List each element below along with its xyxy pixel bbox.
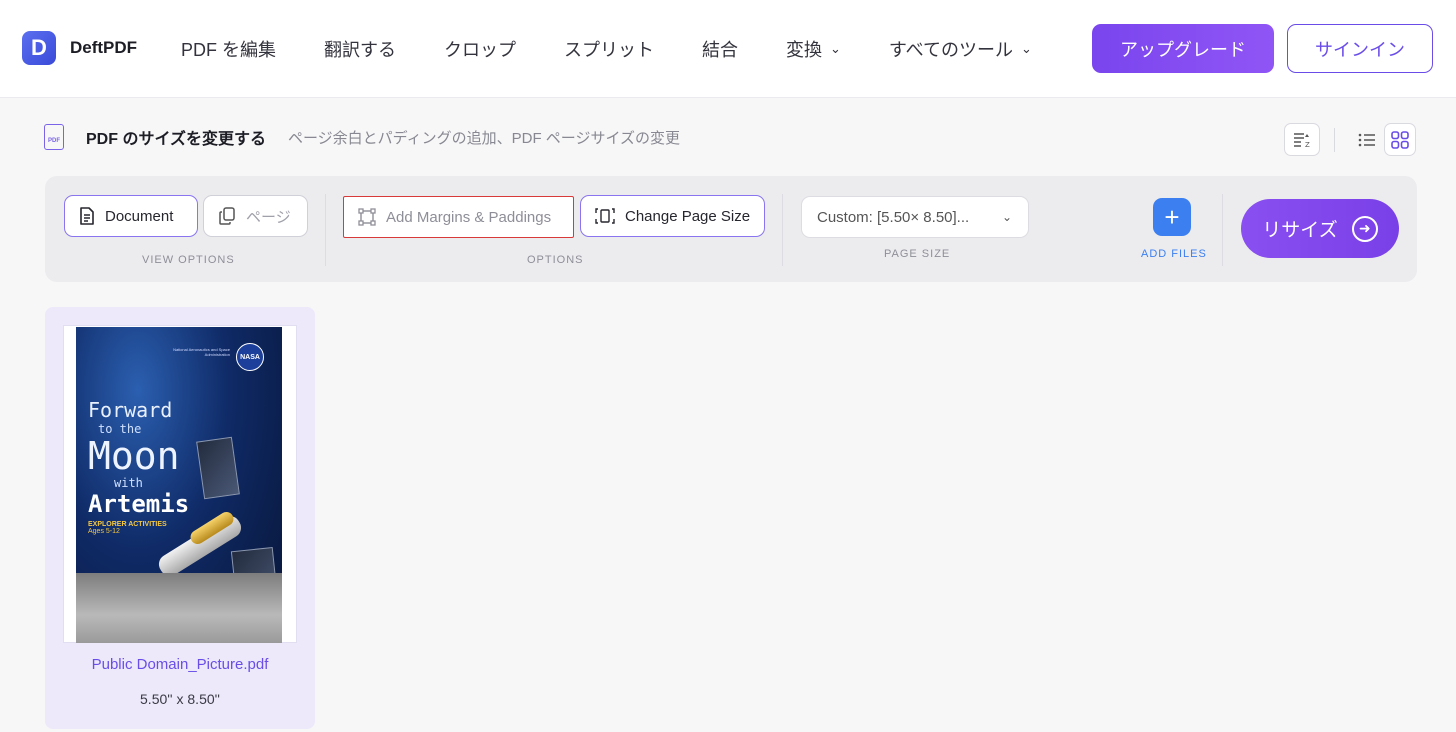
nav-label: 翻訳する [324, 40, 397, 60]
add-files-button[interactable]: + [1153, 198, 1191, 236]
moon-surface-image [76, 573, 282, 643]
page-size-icon [595, 207, 615, 225]
file-card[interactable]: National Aeronautics and Space Administr… [45, 307, 315, 729]
nav-convert[interactable]: 変換 ⌄ [786, 36, 841, 62]
add-margins-label: Add Margins & Paddings [386, 208, 552, 226]
nav-split[interactable]: スプリット [564, 36, 654, 62]
nav-crop[interactable]: クロップ [444, 36, 516, 62]
resize-label: リサイズ [1262, 220, 1338, 241]
resize-button[interactable]: リサイズ ➜ [1241, 199, 1399, 258]
view-options-label: VIEW OPTIONS [142, 254, 235, 266]
sort-az-button[interactable]: Z [1284, 123, 1320, 156]
chevron-down-icon: ⌄ [1020, 41, 1032, 56]
page-size-value: Custom: [5.50× 8.50]... [817, 208, 970, 226]
options-label: OPTIONS [527, 254, 584, 266]
nav-label: 変換 [786, 40, 823, 60]
document-view-button[interactable]: Document [64, 195, 198, 237]
cover-image: National Aeronautics and Space Administr… [76, 327, 282, 643]
svg-text:Z: Z [1305, 141, 1310, 148]
nav-label: スプリット [564, 40, 655, 60]
cover-title: Forward to the Moon with Artemis EXPLORE… [88, 399, 189, 535]
page-size-label: PAGE SIZE [884, 248, 951, 260]
solar-panel-image [196, 436, 240, 500]
file-thumbnail[interactable]: National Aeronautics and Space Administr… [63, 325, 297, 643]
cover-agency-text: National Aeronautics and Space Administr… [173, 347, 230, 357]
signin-button[interactable]: サインイン [1287, 24, 1433, 73]
file-name: Public Domain_Picture.pdf [91, 656, 269, 673]
view-divider [1334, 128, 1335, 152]
nav-label: 結合 [702, 40, 739, 60]
cover-line: EXPLORER ACTIVITIES [88, 521, 167, 528]
grid-view-button[interactable] [1384, 123, 1416, 156]
sort-az-icon: Z [1294, 132, 1310, 148]
toolbar-divider [782, 194, 783, 266]
top-header: D DeftPDF PDF を編集 翻訳する クロップ スプリット 結合 変換 ⌄… [0, 0, 1456, 98]
file-dimensions: 5.50'' x 8.50'' [140, 691, 220, 707]
pdf-file-icon: PDF [44, 124, 64, 150]
chevron-down-icon: ⌄ [830, 41, 841, 56]
cover-line: Ages 5-12 [88, 528, 120, 535]
arrow-right-circle-icon: ➜ [1351, 215, 1378, 242]
options-toolbar: Document ページ VIEW OPTIONS Add Margins & … [45, 176, 1417, 282]
main-nav: PDF を編集 翻訳する クロップ スプリット 結合 変換 ⌄ すべてのツール ⌄ [181, 36, 1080, 62]
add-files-label: ADD FILES [1141, 248, 1207, 260]
cover-line: Moon [88, 434, 180, 478]
nav-translate[interactable]: 翻訳する [324, 36, 396, 62]
change-page-size-label: Change Page Size [625, 207, 751, 225]
upgrade-button[interactable]: アップグレード [1092, 24, 1274, 73]
cover-line: Artemis [88, 490, 190, 518]
plus-icon: + [1164, 202, 1180, 232]
list-view-icon [1358, 133, 1375, 147]
chevron-down-icon: ⌄ [1001, 210, 1012, 224]
document-view-label: Document [105, 207, 174, 225]
document-icon [79, 207, 95, 225]
toolbar-divider [325, 194, 326, 266]
nav-edit-pdf[interactable]: PDF を編集 [181, 36, 276, 62]
nasa-logo: NASA [236, 343, 264, 371]
page-view-label: ページ [246, 208, 291, 226]
nav-label: クロップ [444, 40, 517, 60]
cover-line: Forward [88, 398, 173, 422]
page-title-row: PDF PDF のサイズを変更する ページ余白とパディングの追加、PDF ページ… [44, 124, 680, 150]
nav-label: すべてのツール [888, 40, 1013, 60]
nav-all-tools[interactable]: すべてのツール ⌄ [889, 36, 1032, 62]
logo[interactable]: D DeftPDF [22, 31, 137, 65]
deftpdf-logo-icon: D [22, 31, 56, 65]
brand-name: DeftPDF [70, 38, 138, 57]
change-page-size-button[interactable]: Change Page Size [580, 195, 765, 237]
nav-merge[interactable]: 結合 [702, 36, 738, 62]
grid-view-icon [1391, 130, 1409, 149]
add-margins-button[interactable]: Add Margins & Paddings [343, 196, 574, 238]
page-view-button[interactable]: ページ [203, 195, 308, 237]
page-subtitle: ページ余白とパディングの追加、PDF ページサイズの変更 [287, 129, 681, 147]
page-title: PDF のサイズを変更する [86, 131, 266, 148]
toolbar-divider [1222, 194, 1223, 266]
pages-copy-icon [218, 207, 236, 225]
page-size-select[interactable]: Custom: [5.50× 8.50]... ⌄ [801, 196, 1029, 238]
list-view-button[interactable] [1352, 125, 1382, 155]
margins-frame-icon [358, 208, 376, 226]
nav-label: PDF を編集 [181, 40, 277, 60]
